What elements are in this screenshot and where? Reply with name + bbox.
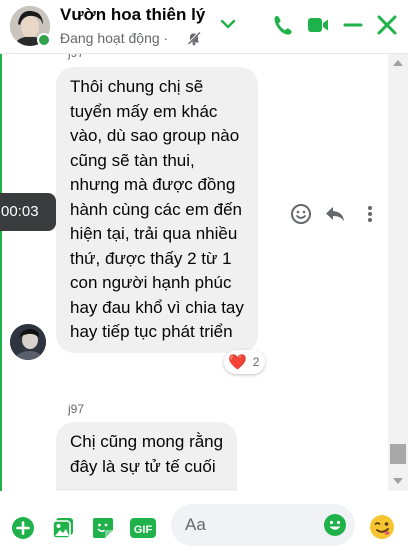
online-indicator — [37, 33, 51, 47]
chat-header: Vườn hoa thiên lý Đang hoạt động · — [0, 0, 408, 54]
emoji-icon[interactable] — [323, 513, 347, 537]
chevron-down-icon[interactable] — [219, 18, 237, 30]
video-timestamp: 00:03 — [0, 193, 56, 231]
message-line: thứ, được thấy 2 từ 1 — [70, 248, 232, 268]
bell-off-icon — [187, 31, 201, 46]
scroll-down-arrow[interactable] — [393, 478, 403, 484]
emoji-react-icon[interactable] — [289, 202, 313, 226]
message-line: hiện tại, trải qua nhiều — [70, 224, 238, 243]
video-camera-icon[interactable] — [305, 12, 331, 38]
heart-reaction-icon: ❤️ — [228, 354, 247, 371]
composer-bar: GIF Aa — [0, 491, 408, 557]
message-line: nhưng mà được đồng — [70, 175, 236, 194]
message-line: vào, dù sao group nào — [70, 126, 240, 145]
scroll-thumb[interactable] — [390, 444, 406, 464]
message-line: tuyển mấy em khác — [70, 101, 218, 121]
message-input-placeholder: Aa — [185, 515, 206, 534]
gif-icon[interactable]: GIF — [129, 515, 157, 541]
message-line: con người hạnh phúc — [70, 273, 232, 292]
phone-icon[interactable] — [270, 12, 296, 38]
message-line: Chị cũng mong rằng — [70, 432, 224, 451]
message-input[interactable]: Aa — [171, 504, 355, 546]
contact-avatar[interactable] — [10, 6, 51, 47]
wink-emoji-icon[interactable] — [368, 513, 396, 541]
more-icon[interactable] — [358, 202, 382, 226]
active-status: Đang hoạt động · — [60, 30, 169, 46]
message-sender: j97 — [68, 402, 85, 416]
message-line: hay đau khổ vì chia tay — [70, 297, 244, 317]
image-icon[interactable] — [50, 515, 76, 541]
message-line: Thôi chung chị sẽ — [70, 77, 204, 96]
message-bubble[interactable]: Chị cũng mong rằng đây là sự tử tế cuối — [56, 422, 238, 491]
message-reaction[interactable]: ❤️ 2 — [224, 350, 266, 374]
message-list[interactable]: j97 Thôi chung chị sẽ tuyển mấy em khác … — [2, 54, 388, 491]
message-line: đây là sự tử tế cuối — [70, 456, 216, 476]
plus-circle-icon[interactable] — [10, 515, 36, 541]
sticker-icon[interactable] — [90, 515, 116, 541]
contact-name[interactable]: Vườn hoa thiên lý — [60, 5, 205, 25]
svg-text:GIF: GIF — [134, 524, 153, 536]
close-icon[interactable] — [374, 12, 400, 38]
scroll-up-arrow[interactable] — [393, 60, 403, 66]
message-line: hay tiếp tục phát triển — [70, 322, 233, 341]
sender-avatar[interactable] — [10, 324, 46, 360]
message-line: hành cùng các em đến — [70, 199, 243, 219]
message-bubble[interactable]: Thôi chung chị sẽ tuyển mấy em khác vào,… — [56, 67, 258, 353]
message-line: cũng sẽ tàn thui, — [70, 150, 195, 170]
message-sender: j97 — [68, 54, 84, 60]
minimize-icon[interactable] — [340, 12, 366, 38]
reply-icon[interactable] — [323, 202, 347, 226]
scrollbar[interactable] — [388, 54, 408, 491]
reaction-count: 2 — [252, 355, 260, 369]
